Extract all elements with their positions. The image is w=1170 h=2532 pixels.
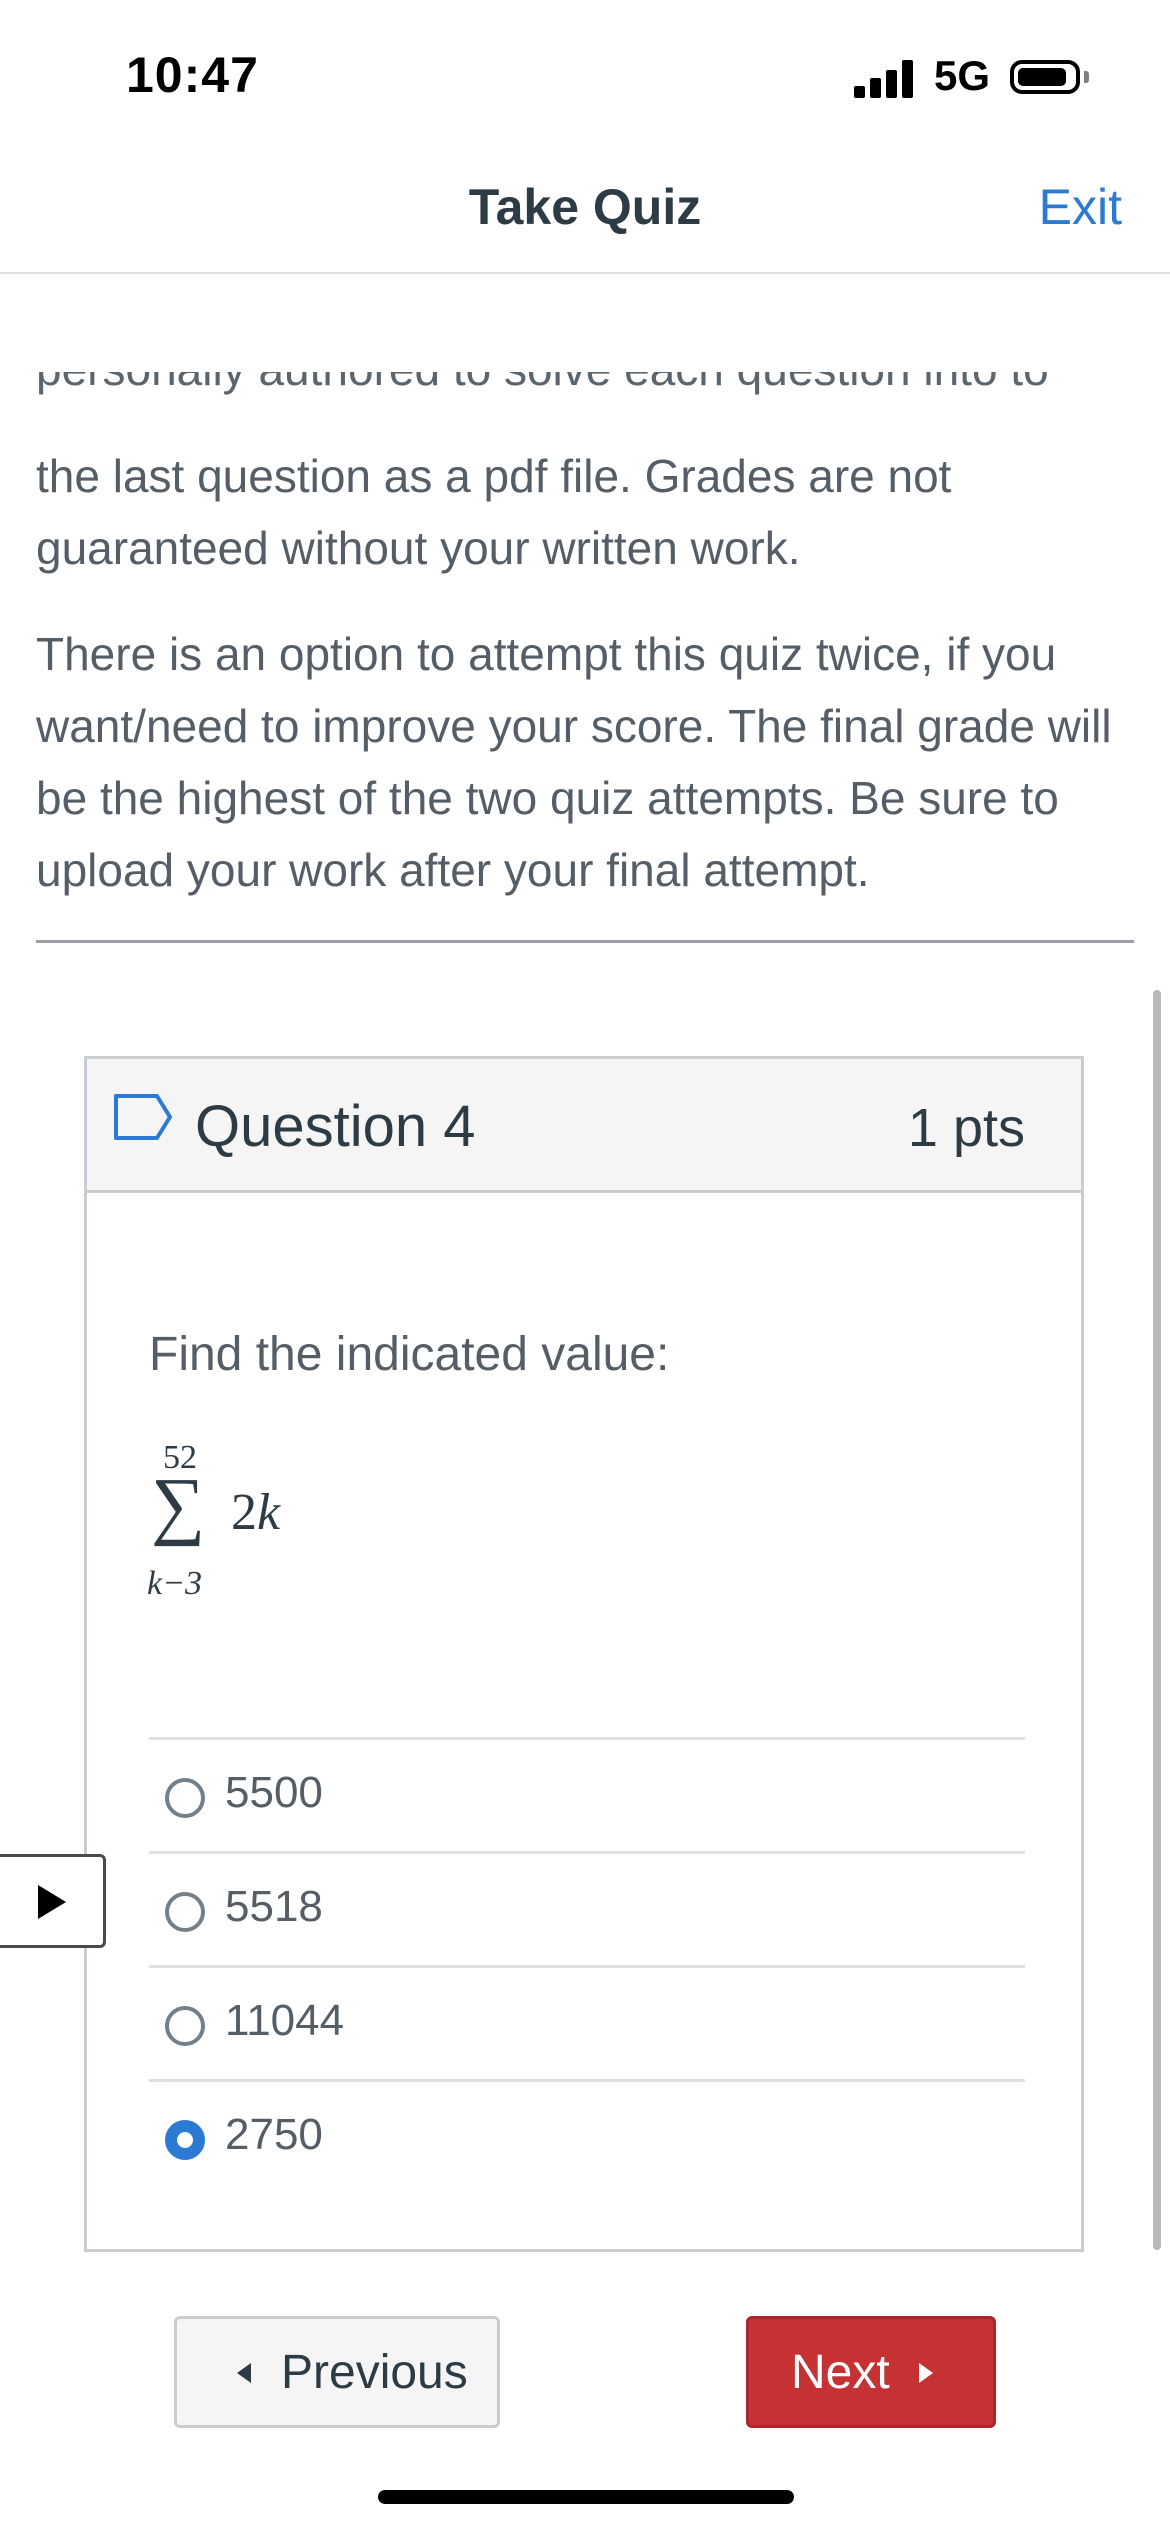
radio-button[interactable] bbox=[165, 1892, 205, 1932]
answer-label: 2750 bbox=[225, 2110, 323, 2159]
summation-lower-limit: k−3 bbox=[147, 1565, 203, 1602]
previous-label: Previous bbox=[281, 2346, 468, 2399]
question-card: Question 4 1 pts Find the indicated valu… bbox=[84, 1056, 1084, 2252]
question-points: 1 pts bbox=[907, 1098, 1025, 1158]
answer-option[interactable]: 5500 bbox=[149, 1737, 1025, 1851]
caret-right-icon bbox=[919, 2363, 933, 2383]
term-variable: k bbox=[257, 1484, 281, 1541]
question-title: Question 4 bbox=[195, 1094, 476, 1159]
exit-button[interactable]: Exit bbox=[1039, 178, 1122, 236]
term-coefficient: 2 bbox=[231, 1484, 257, 1541]
radio-button[interactable] bbox=[165, 2006, 205, 2046]
sigma-symbol: ∑ bbox=[151, 1463, 206, 1547]
question-header: Question 4 1 pts bbox=[87, 1059, 1081, 1193]
battery-icon bbox=[1010, 60, 1080, 94]
question-list-toggle[interactable] bbox=[0, 1854, 106, 1948]
question-prompt: Find the indicated value: bbox=[149, 1328, 670, 1381]
next-button[interactable]: Next bbox=[746, 2316, 996, 2428]
play-triangle-icon bbox=[38, 1885, 66, 1919]
answer-label: 11044 bbox=[225, 1996, 345, 2045]
signal-icon bbox=[854, 60, 916, 98]
answer-label: 5518 bbox=[225, 1882, 323, 1931]
instructions-clipped-text: personally authored to solve each questi… bbox=[36, 372, 1049, 396]
summation-term: 2k bbox=[231, 1483, 280, 1542]
divider bbox=[36, 940, 1134, 943]
status-time: 10:47 bbox=[126, 47, 259, 103]
status-bar: 10:47 5G bbox=[0, 0, 1170, 150]
previous-button[interactable]: Previous bbox=[174, 2316, 500, 2428]
instructions-paragraph-2: There is an option to attempt this quiz … bbox=[36, 628, 1112, 896]
instructions-paragraph-1: the last question as a pdf file. Grades … bbox=[36, 450, 952, 574]
answer-option[interactable]: 2750 bbox=[149, 2079, 1025, 2193]
home-indicator[interactable] bbox=[378, 2490, 794, 2504]
answer-option[interactable]: 5518 bbox=[149, 1851, 1025, 1965]
answer-label: 5500 bbox=[225, 1768, 323, 1817]
nav-bar: Take Quiz Exit bbox=[0, 150, 1170, 274]
network-label: 5G bbox=[934, 52, 991, 99]
page-title: Take Quiz bbox=[468, 179, 702, 235]
answer-option[interactable]: 11044 bbox=[149, 1965, 1025, 2079]
battery-cap bbox=[1084, 71, 1089, 83]
summation-expression: 52 ∑ 2k k−3 bbox=[143, 1439, 343, 1609]
caret-left-icon bbox=[237, 2363, 251, 2383]
instructions-clipped-line: personally authored to solve each questi… bbox=[36, 372, 1136, 426]
next-label: Next bbox=[791, 2346, 890, 2399]
radio-button[interactable] bbox=[165, 1778, 205, 1818]
flag-question-icon[interactable] bbox=[113, 1093, 173, 1141]
radio-button-selected[interactable] bbox=[165, 2120, 205, 2160]
scrollbar[interactable] bbox=[1153, 990, 1161, 2250]
answer-list: 5500 5518 11044 2750 bbox=[149, 1737, 1025, 2193]
